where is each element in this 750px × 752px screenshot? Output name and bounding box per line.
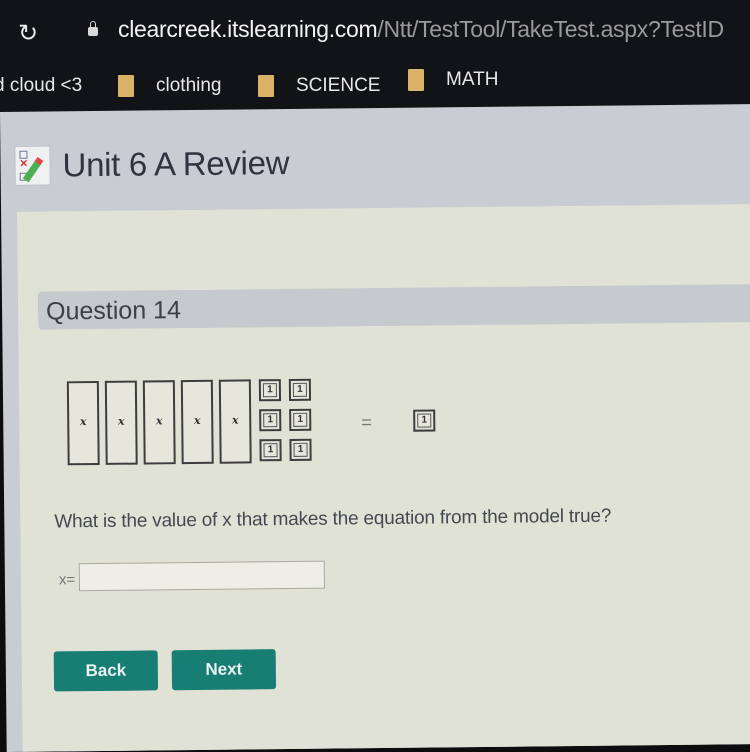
page-header: ✕ Unit 6 A Review bbox=[14, 143, 289, 186]
bookmark-cloud[interactable]: d cloud <3 bbox=[0, 68, 82, 104]
algebra-tile-model: x x x x x 1 1 1 1 1 1 = 1 bbox=[66, 375, 468, 469]
test-page: ✕ Unit 6 A Review Question 14 x x x x x … bbox=[0, 104, 750, 752]
address-bar[interactable]: clearcreek.itslearning.com/Ntt/TestTool/… bbox=[118, 16, 724, 43]
bookmark-label: clothing bbox=[156, 75, 222, 96]
unit-tile: 1 bbox=[289, 408, 312, 431]
unit-tile: 1 bbox=[259, 409, 282, 432]
browser-chrome: ↻ clearcreek.itslearning.com/Ntt/TestToo… bbox=[0, 0, 750, 118]
answer-input[interactable] bbox=[78, 560, 326, 592]
unit-tile: 1 bbox=[288, 378, 312, 401]
unit-tile: 1 bbox=[289, 438, 312, 461]
x-tile: x bbox=[142, 380, 176, 465]
test-checklist-icon: ✕ bbox=[14, 145, 51, 186]
equals-sign: = bbox=[361, 412, 372, 433]
next-button[interactable]: Next bbox=[171, 649, 277, 691]
x-tile: x bbox=[104, 380, 138, 465]
bookmark-math[interactable]: MATH bbox=[408, 62, 498, 98]
x-tile: x bbox=[66, 380, 100, 466]
answer-label: x= bbox=[58, 571, 76, 589]
url-path: /Ntt/TestTool/TakeTest.aspx?TestID bbox=[377, 16, 724, 42]
lock-icon[interactable] bbox=[88, 21, 98, 36]
bookmark-label: MATH bbox=[446, 69, 499, 90]
bookmark-label: SCIENCE bbox=[296, 75, 381, 96]
unit-tile: 1 bbox=[413, 409, 436, 432]
folder-icon bbox=[408, 69, 424, 91]
bookmarks-bar: d cloud <3 clothing SCIENCE MATH bbox=[0, 68, 750, 104]
reload-icon[interactable]: ↻ bbox=[14, 20, 42, 48]
question-header: Question 14 bbox=[37, 284, 750, 330]
question-prompt: What is the value of x that makes the eq… bbox=[54, 505, 612, 533]
x-tile: x bbox=[180, 379, 214, 465]
question-number: Question 14 bbox=[45, 296, 182, 326]
bookmark-label: d cloud <3 bbox=[0, 75, 83, 96]
folder-icon bbox=[118, 75, 134, 97]
bookmark-clothing[interactable]: clothing bbox=[118, 68, 222, 104]
back-button[interactable]: Back bbox=[53, 650, 159, 692]
x-tile: x bbox=[218, 379, 252, 464]
url-host: clearcreek.itslearning.com bbox=[118, 16, 378, 42]
unit-tile: 1 bbox=[258, 379, 282, 402]
question-panel: Question 14 x x x x x 1 1 1 1 1 1 = 1 Wh… bbox=[17, 204, 750, 752]
bookmark-science[interactable]: SCIENCE bbox=[258, 68, 380, 104]
unit-tile: 1 bbox=[259, 439, 282, 462]
folder-icon bbox=[258, 75, 274, 97]
page-title: Unit 6 A Review bbox=[62, 143, 290, 184]
